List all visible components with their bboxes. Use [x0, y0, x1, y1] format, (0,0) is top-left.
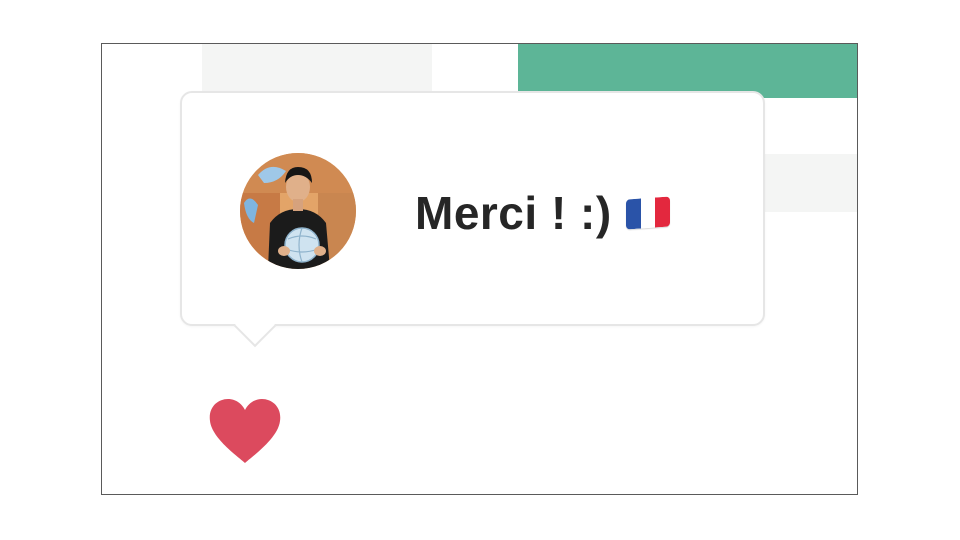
app-frame: Merci ! :) [101, 43, 858, 495]
progress-bar-green [518, 44, 857, 98]
france-flag-icon [625, 196, 670, 230]
tooltip-message: Merci ! :) [415, 183, 670, 243]
tooltip-arrow [233, 304, 277, 348]
background-panel [202, 44, 432, 96]
message-text: Merci ! :) [415, 187, 612, 239]
heart-icon[interactable] [208, 397, 282, 465]
avatar[interactable] [240, 153, 356, 269]
reaction-tooltip: Merci ! :) [180, 91, 765, 348]
avatar-photo [240, 153, 356, 269]
